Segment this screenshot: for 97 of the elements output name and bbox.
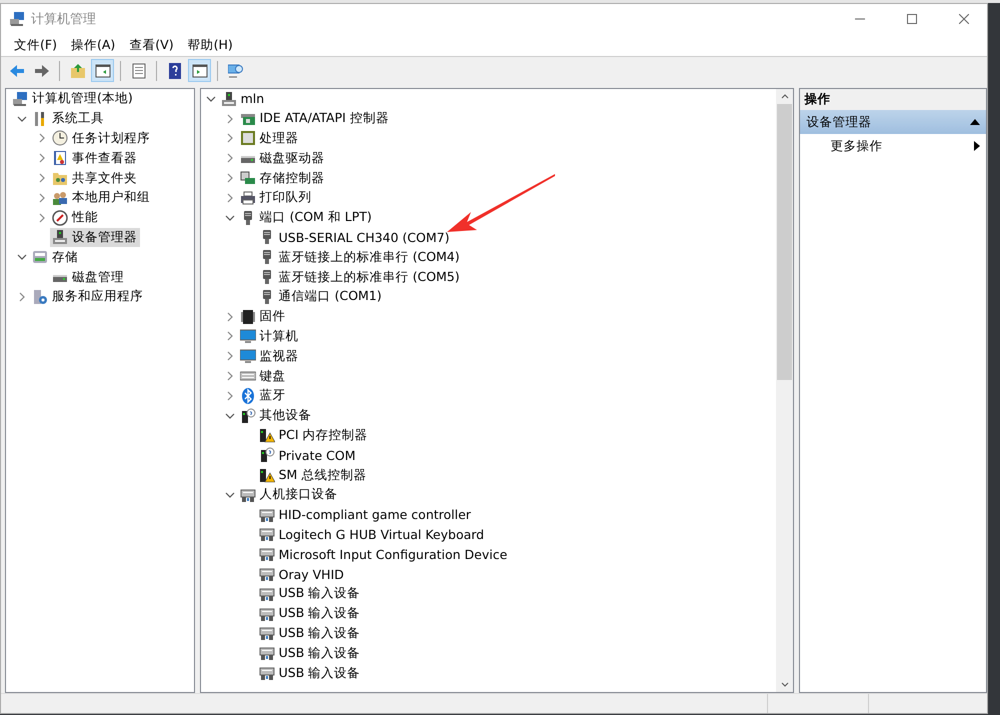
menu-item[interactable]: 帮助(H): [180, 36, 240, 54]
tree-item[interactable]: 监视器: [238, 346, 302, 366]
tree-item[interactable]: 服务和应用程序: [30, 287, 146, 306]
tree-item[interactable]: 蓝牙链接上的标准串行 (COM5): [256, 268, 463, 287]
computer-icon: [9, 11, 25, 27]
forward-arrow-icon: [34, 62, 50, 78]
gauge-icon: [52, 210, 68, 226]
monitor-icon: [240, 328, 256, 344]
tree-item[interactable]: 人机接口设备: [238, 485, 341, 504]
tree-item[interactable]: USB 输入设备: [256, 604, 364, 624]
services-icon: [32, 288, 48, 305]
printer-icon: [240, 190, 256, 206]
tree-item[interactable]: HID-compliant game controller: [256, 505, 474, 524]
menu-item[interactable]: 文件(F): [7, 36, 64, 54]
submenu-arrow-icon: [974, 141, 980, 151]
storage-icon: [32, 249, 48, 266]
clock-icon: [52, 130, 68, 146]
menu-item[interactable]: 查看(V): [122, 36, 181, 54]
tree-item[interactable]: USB 输入设备: [256, 644, 364, 663]
tree-item[interactable]: Logitech G HUB Virtual Keyboard: [256, 524, 488, 544]
action-item[interactable]: 更多操作: [800, 134, 986, 158]
back-arrow-icon: [8, 62, 24, 78]
close-icon: [959, 14, 969, 24]
input-device-icon: [258, 645, 275, 662]
input-device-icon: [258, 625, 275, 642]
scroll-thumb[interactable]: [777, 104, 792, 380]
chip-icon: [240, 308, 256, 325]
tree-item[interactable]: USB 输入设备: [256, 584, 364, 604]
window-title: 计算机管理: [31, 11, 97, 28]
tree-item[interactable]: Microsoft Input Configuration Device: [256, 544, 510, 564]
tree-item[interactable]: 键盘: [238, 366, 289, 386]
tree-item[interactable]: USB 输入设备: [256, 624, 364, 643]
tree-item[interactable]: 磁盘驱动器: [238, 148, 328, 168]
tree-item[interactable]: 处理器: [238, 128, 302, 148]
tree-item[interactable]: 存储: [30, 248, 81, 267]
monitor-icon: [240, 348, 256, 364]
tree-item[interactable]: 任务计划程序: [50, 128, 153, 148]
toolbar-button[interactable]: [91, 59, 114, 82]
tree-item[interactable]: SM 总线控制器: [256, 466, 370, 485]
tree-item[interactable]: 磁盘管理: [50, 268, 127, 287]
tree-item[interactable]: 蓝牙链接上的标准串行 (COM4): [256, 248, 463, 267]
tree-item[interactable]: 本地用户和组: [50, 188, 153, 208]
toolbar-button[interactable]: [188, 59, 211, 82]
tree-item[interactable]: 事件查看器: [50, 148, 140, 168]
input-device-icon: [258, 526, 275, 542]
tree-item[interactable]: IDE ATA/ATAPI 控制器: [238, 109, 392, 128]
shared-folder-icon: [52, 170, 68, 186]
tree-item[interactable]: 性能: [50, 208, 101, 228]
maximize-icon: [907, 14, 917, 24]
warning-device-icon: [258, 427, 275, 444]
device-manager-icon: [52, 229, 68, 246]
tree-item[interactable]: 通信端口 (COM1): [256, 287, 385, 306]
bluetooth-icon: [240, 388, 256, 404]
input-device-icon: [258, 566, 275, 582]
folder-up-icon: [70, 62, 86, 78]
menu-item[interactable]: 操作(A): [64, 36, 122, 54]
action-section-header[interactable]: 设备管理器: [800, 110, 986, 134]
collapse-triangle-icon: [970, 118, 980, 126]
tree-item[interactable]: 端口 (COM 和 LPT): [238, 208, 375, 228]
properties-icon: [130, 62, 146, 78]
tree-item[interactable]: Oray VHID: [256, 564, 347, 584]
tree-item[interactable]: 存储控制器: [238, 168, 328, 188]
event-log-icon: [52, 150, 68, 166]
tree-item[interactable]: 蓝牙: [238, 386, 289, 406]
tree-pane-icon: [94, 62, 110, 78]
tree-item[interactable]: 固件: [238, 307, 289, 326]
tree-item[interactable]: mln: [218, 89, 268, 108]
monitor-search-icon: [228, 62, 244, 78]
warning-device-icon: [258, 467, 275, 484]
input-device-icon: [258, 506, 275, 523]
tree-item[interactable]: 计算机管理(本地): [10, 89, 136, 108]
panel-header: 操作: [800, 89, 986, 110]
tree-item[interactable]: 其他设备: [238, 406, 315, 426]
input-device-icon: [258, 665, 275, 681]
tree-item[interactable]: USB 输入设备: [256, 664, 364, 682]
device-manager-icon: [220, 90, 237, 107]
action-pane-icon: [192, 62, 208, 78]
users-icon: [52, 190, 68, 206]
input-device-icon: [258, 546, 275, 562]
tree-item[interactable]: 系统工具: [30, 109, 107, 128]
tree-item[interactable]: Private COM: [256, 446, 359, 465]
tree-item[interactable]: 共享文件夹: [50, 168, 140, 188]
input-device-icon: [258, 606, 275, 622]
scrollbar[interactable]: [776, 89, 794, 692]
unknown-device-icon: [240, 408, 256, 424]
unknown-device-icon: [258, 447, 275, 464]
tree-item[interactable]: USB-SERIAL CH340 (COM7): [256, 228, 452, 247]
input-device-icon: [258, 586, 275, 602]
storage-controller-icon: [240, 170, 256, 186]
tree-item[interactable]: 打印队列: [238, 188, 315, 208]
help-icon: [166, 62, 182, 78]
input-device-icon: [240, 486, 256, 503]
tree-item[interactable]: 计算机: [238, 326, 302, 346]
tree-item[interactable]: 设备管理器: [50, 228, 140, 247]
tree-item[interactable]: PCI 内存控制器: [256, 426, 371, 445]
processor-icon: [240, 130, 256, 146]
computer-icon: [12, 90, 28, 107]
